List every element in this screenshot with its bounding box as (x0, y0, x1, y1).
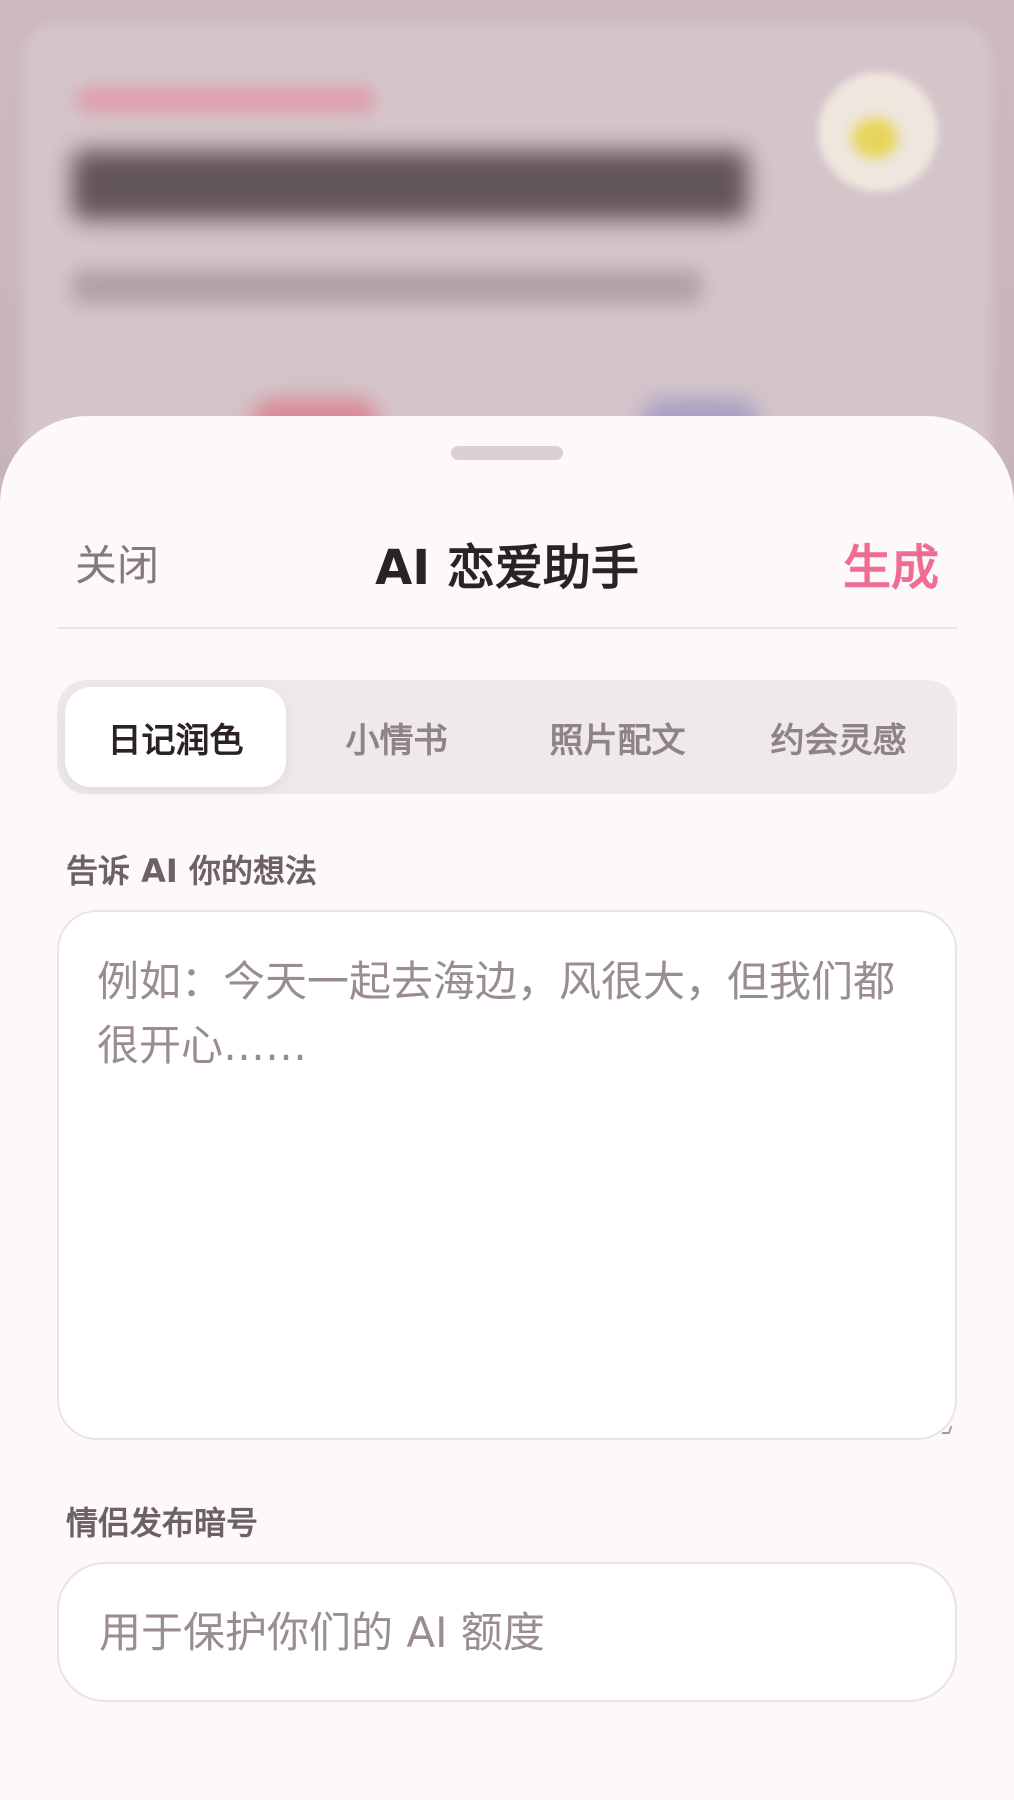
resize-handle-icon[interactable] (941, 1426, 953, 1434)
background-subtitle-blur (72, 270, 702, 304)
background-page (0, 0, 1014, 480)
tab-photo-caption[interactable]: 照片配文 (507, 687, 728, 787)
passcode-field-container (57, 1562, 957, 1702)
sun-icon (852, 118, 898, 158)
tab-label: 小情书 (345, 720, 448, 761)
thoughts-field-container (57, 910, 957, 1440)
thoughts-label: 告诉 AI 你的想法 (66, 852, 317, 890)
sheet-drag-handle[interactable] (451, 446, 563, 460)
tab-love-letter[interactable]: 小情书 (286, 687, 507, 787)
tab-date-ideas[interactable]: 约会灵感 (728, 687, 949, 787)
passcode-input[interactable] (99, 1564, 919, 1700)
mode-tabs: 日记润色 小情书 照片配文 约会灵感 (57, 680, 957, 794)
thoughts-textarea[interactable] (97, 950, 917, 1400)
header-divider (57, 627, 957, 629)
passcode-label: 情侣发布暗号 (66, 1504, 259, 1542)
background-chip (76, 86, 376, 114)
tab-diary-polish[interactable]: 日记润色 (65, 687, 286, 787)
ai-assistant-sheet: 关闭 AI 恋爱助手 生成 日记润色 小情书 照片配文 约会灵感 告诉 AI 你… (0, 416, 1014, 1800)
tab-label: 日记润色 (107, 720, 244, 761)
tab-label: 照片配文 (549, 720, 686, 761)
tab-label: 约会灵感 (770, 720, 907, 761)
sheet-title: AI 恋爱助手 (375, 540, 639, 596)
background-title-blur (72, 150, 748, 220)
generate-button[interactable]: 生成 (843, 528, 939, 598)
sheet-header: 关闭 AI 恋爱助手 生成 (57, 516, 957, 608)
